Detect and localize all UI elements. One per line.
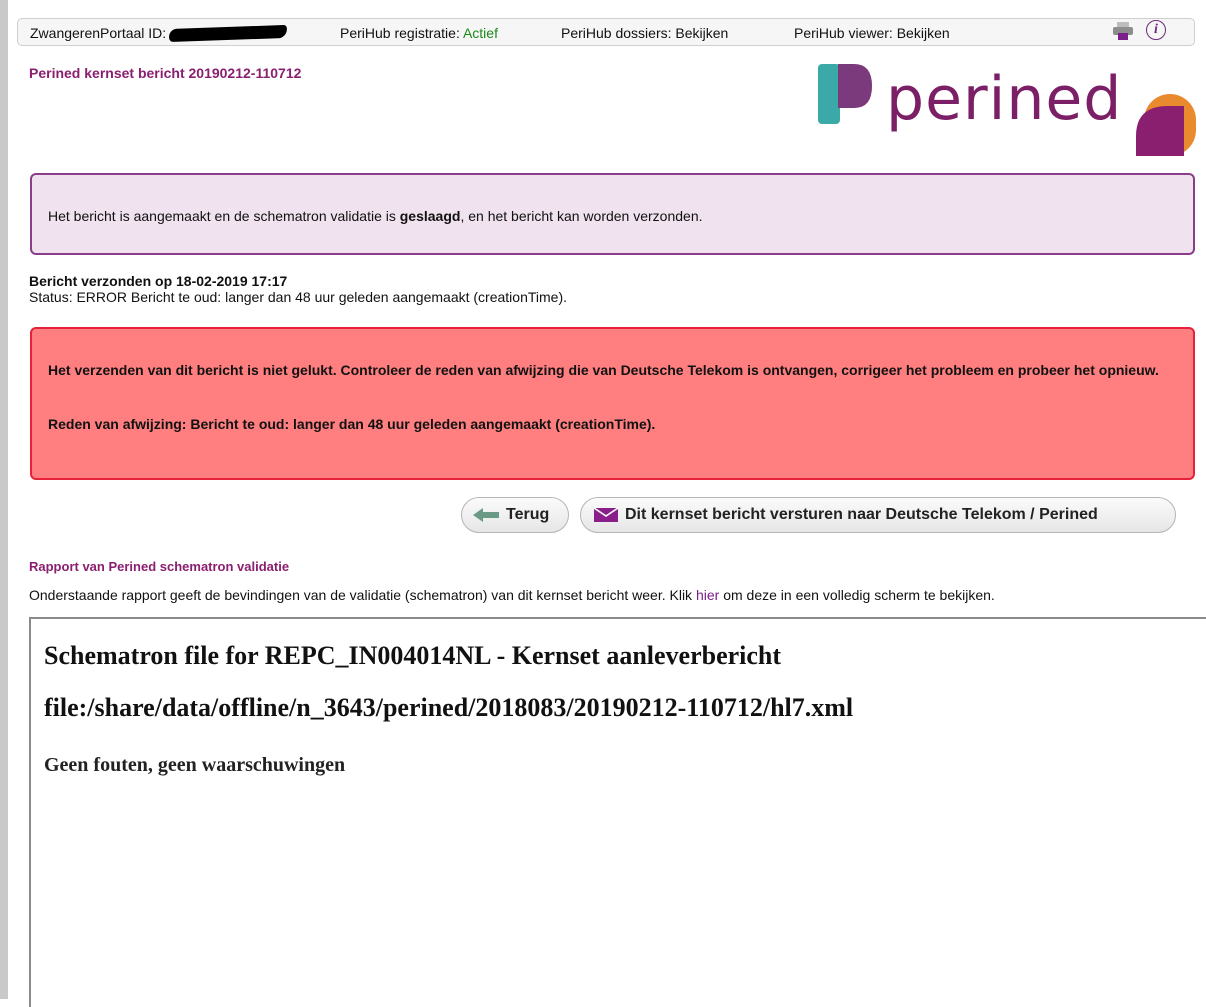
schematron-report-frame[interactable]: Schematron file for REPC_IN004014NL - Ke… [29, 617, 1206, 1007]
message-title: Perined kernset bericht 20190212-110712 [29, 65, 302, 81]
redacted-id [168, 24, 288, 43]
dossiers-label: PeriHub dossiers: [561, 25, 672, 41]
error-reason: Reden van afwijzing: Bericht te oud: lan… [48, 416, 656, 432]
printer-icon[interactable] [1113, 22, 1133, 40]
success-prefix: Het bericht is aangemaakt en de schematr… [48, 208, 400, 224]
success-text: Het bericht is aangemaakt en de schematr… [48, 208, 703, 224]
envelope-icon [593, 507, 619, 522]
top-status-bar: ZwangerenPortaal ID: PeriHub registratie… [17, 18, 1195, 46]
report-description: Onderstaande rapport geeft de bevindinge… [29, 587, 995, 603]
window-left-edge [0, 0, 8, 999]
dossiers-status: PeriHub dossiers: Bekijken [561, 25, 728, 41]
registration-status: PeriHub registratie: Actief [340, 25, 498, 41]
sent-status-text: Status: ERROR Bericht te oud: langer dan… [29, 289, 567, 305]
error-paragraph: Het verzenden van dit bericht is niet ge… [48, 362, 1159, 378]
dossiers-link[interactable]: Bekijken [675, 25, 728, 41]
perined-wordmark: perined [886, 64, 1123, 134]
portal-id: ZwangerenPortaal ID: [30, 24, 288, 43]
viewer-status: PeriHub viewer: Bekijken [794, 25, 950, 41]
report-desc-prefix: Onderstaande rapport geeft de bevindinge… [29, 587, 696, 603]
back-button[interactable]: Terug [461, 497, 569, 533]
report-result: Geen fouten, geen waarschuwingen [44, 754, 346, 776]
fullscreen-link[interactable]: hier [696, 587, 719, 603]
back-arrow-icon [473, 508, 499, 522]
report-desc-suffix: om deze in een volledig scherm te bekijk… [719, 587, 995, 603]
sent-date-heading: Bericht verzonden op 18-02-2019 17:17 [29, 273, 288, 289]
report-heading-file: file:/share/data/offline/n_3643/perined/… [44, 693, 854, 722]
send-button-label: Dit kernset bericht versturen naar Deuts… [625, 506, 1098, 523]
info-icon[interactable]: i [1146, 20, 1166, 40]
back-button-label: Terug [506, 506, 550, 523]
portal-id-label: ZwangerenPortaal ID: [30, 25, 167, 41]
send-error-notice: Het verzenden van dit bericht is niet ge… [30, 327, 1195, 480]
viewer-label: PeriHub viewer: [794, 25, 893, 41]
send-message-button[interactable]: Dit kernset bericht versturen naar Deuts… [580, 497, 1176, 533]
report-heading-schematron: Schematron file for REPC_IN004014NL - Ke… [44, 641, 782, 670]
report-title: Rapport van Perined schematron validatie [29, 559, 290, 574]
registration-label: PeriHub registratie: [340, 25, 460, 41]
registration-value: Actief [462, 25, 498, 41]
success-suffix: , en het bericht kan worden verzonden. [460, 208, 703, 224]
perined-logo: perined [816, 62, 1200, 160]
viewer-link[interactable]: Bekijken [897, 25, 950, 41]
validation-success-notice: Het bericht is aangemaakt en de schematr… [30, 173, 1195, 255]
success-emphasis: geslaagd [399, 208, 461, 224]
